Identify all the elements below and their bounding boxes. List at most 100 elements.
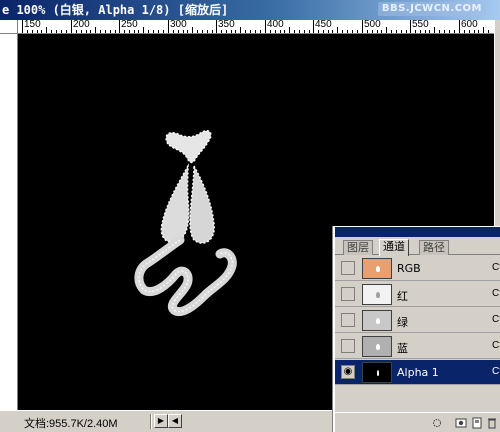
ruler-minor-tick (420, 30, 421, 33)
channel-row-green[interactable]: 绿 Ctrl+2 (335, 308, 500, 333)
channel-shortcut: Ctrl+~ (492, 262, 500, 273)
channel-row-alpha1[interactable]: ◉ Alpha 1 Ctrl+4 (335, 360, 500, 385)
ruler-minor-tick (372, 30, 373, 33)
visibility-toggle[interactable] (341, 339, 355, 353)
tab-layers[interactable]: 图层 (343, 240, 373, 255)
document-title: e 100% (白银, Alpha 1/8) [缩放后] (2, 3, 229, 17)
scroll-left-icon[interactable]: ◀ (168, 414, 182, 428)
save-selection-icon[interactable] (455, 417, 467, 429)
tab-channels[interactable]: 通道 (379, 239, 409, 256)
ruler-tick-label: 500 (364, 20, 381, 30)
channel-shortcut: Ctrl+3 (492, 340, 500, 351)
ruler-minor-tick (255, 30, 256, 33)
ruler-minor-tick (294, 30, 295, 33)
ruler-major-tick (265, 20, 266, 33)
ruler-minor-tick (367, 30, 368, 33)
selected-ribbon-shape (134, 130, 237, 316)
status-menu-arrow-icon[interactable]: ▶ (154, 414, 168, 428)
status-divider (150, 414, 152, 429)
ruler-minor-tick (51, 30, 52, 33)
ruler-minor-tick (304, 30, 305, 33)
channel-thumbnail (362, 258, 392, 279)
ruler-minor-tick (124, 30, 125, 33)
channels-panel: 图层 通道 路径 RGB Ctrl+~ 红 Ctrl+1 绿 Ctrl+2 蓝 … (333, 226, 500, 432)
ruler-minor-tick (352, 30, 353, 33)
ruler-tick-label: 550 (412, 20, 429, 30)
ruler-minor-tick (275, 30, 276, 33)
visibility-toggle[interactable] (341, 287, 355, 301)
ruler-minor-tick (245, 30, 246, 33)
ruler-minor-tick (37, 30, 38, 33)
ruler-minor-tick (56, 30, 57, 33)
trash-icon[interactable] (486, 417, 498, 429)
ruler-minor-tick (207, 30, 208, 33)
document-size-status: 文档:955.7K/2.40M (24, 418, 118, 430)
ruler-minor-tick (289, 27, 290, 33)
ruler-minor-tick (342, 30, 343, 33)
ruler-minor-tick (212, 30, 213, 33)
channel-shortcut: Ctrl+1 (492, 288, 500, 299)
panel-titlebar[interactable] (335, 227, 500, 237)
channel-name: 绿 (397, 316, 408, 329)
ruler-major-tick (71, 20, 72, 33)
ruler-tick-label: 600 (461, 20, 478, 30)
ruler-minor-tick (357, 30, 358, 33)
ruler-tick-label: 350 (218, 20, 235, 30)
channel-name: RGB (397, 262, 421, 275)
ruler-minor-tick (328, 30, 329, 33)
ruler-minor-tick (61, 30, 62, 33)
ruler-minor-tick (347, 30, 348, 33)
ruler-minor-tick (434, 27, 435, 33)
ruler-minor-tick (377, 30, 378, 33)
ruler-minor-tick (401, 30, 402, 33)
channel-name: 蓝 (397, 342, 408, 355)
ruler-minor-tick (270, 30, 271, 33)
ruler-minor-tick (391, 30, 392, 33)
ruler-minor-tick (337, 27, 338, 33)
ruler-minor-tick (488, 30, 489, 33)
ruler-minor-tick (76, 30, 77, 33)
ruler-minor-tick (100, 30, 101, 33)
vertical-ruler[interactable] (0, 34, 18, 410)
ruler-minor-tick (415, 30, 416, 33)
eye-icon[interactable]: ◉ (341, 365, 355, 379)
ruler-minor-tick (192, 27, 193, 33)
channel-row-blue[interactable]: 蓝 Ctrl+3 (335, 334, 500, 359)
watermark: BBS.JCWCN.COM (377, 2, 486, 16)
ruler-minor-tick (323, 30, 324, 33)
new-channel-icon[interactable] (471, 417, 483, 429)
ruler-corner[interactable] (0, 20, 18, 34)
ruler-minor-tick (478, 30, 479, 33)
ruler-minor-tick (105, 30, 106, 33)
tab-paths[interactable]: 路径 (419, 240, 449, 255)
ruler-minor-tick (153, 30, 154, 33)
visibility-toggle[interactable] (341, 261, 355, 275)
ruler-tick-label: 450 (315, 20, 332, 30)
load-selection-icon[interactable] (431, 417, 443, 429)
ruler-minor-tick (449, 30, 450, 33)
ruler-minor-tick (46, 27, 47, 33)
ruler-minor-tick (173, 30, 174, 33)
ruler-minor-tick (483, 27, 484, 33)
ruler-minor-tick (95, 27, 96, 33)
ruler-minor-tick (474, 30, 475, 33)
ruler-major-tick (22, 20, 23, 33)
ruler-minor-tick (148, 30, 149, 33)
channel-row-red[interactable]: 红 Ctrl+1 (335, 282, 500, 307)
ruler-minor-tick (178, 30, 179, 33)
ruler-minor-tick (134, 30, 135, 33)
ruler-minor-tick (197, 30, 198, 33)
visibility-toggle[interactable] (341, 313, 355, 327)
ruler-minor-tick (66, 30, 67, 33)
channel-row-rgb[interactable]: RGB Ctrl+~ (335, 256, 500, 281)
channel-name: 红 (397, 290, 408, 303)
ruler-minor-tick (309, 30, 310, 33)
ruler-minor-tick (27, 30, 28, 33)
ruler-minor-tick (163, 30, 164, 33)
ruler-major-tick (313, 20, 314, 33)
document-titlebar[interactable]: e 100% (白银, Alpha 1/8) [缩放后] BBS.JCWCN.C… (0, 0, 500, 20)
horizontal-ruler[interactable]: 150 200 250 300 350 400 450 500 550 600 (18, 20, 494, 34)
ruler-minor-tick (183, 30, 184, 33)
ruler-minor-tick (231, 30, 232, 33)
channel-name: Alpha 1 (397, 366, 439, 379)
